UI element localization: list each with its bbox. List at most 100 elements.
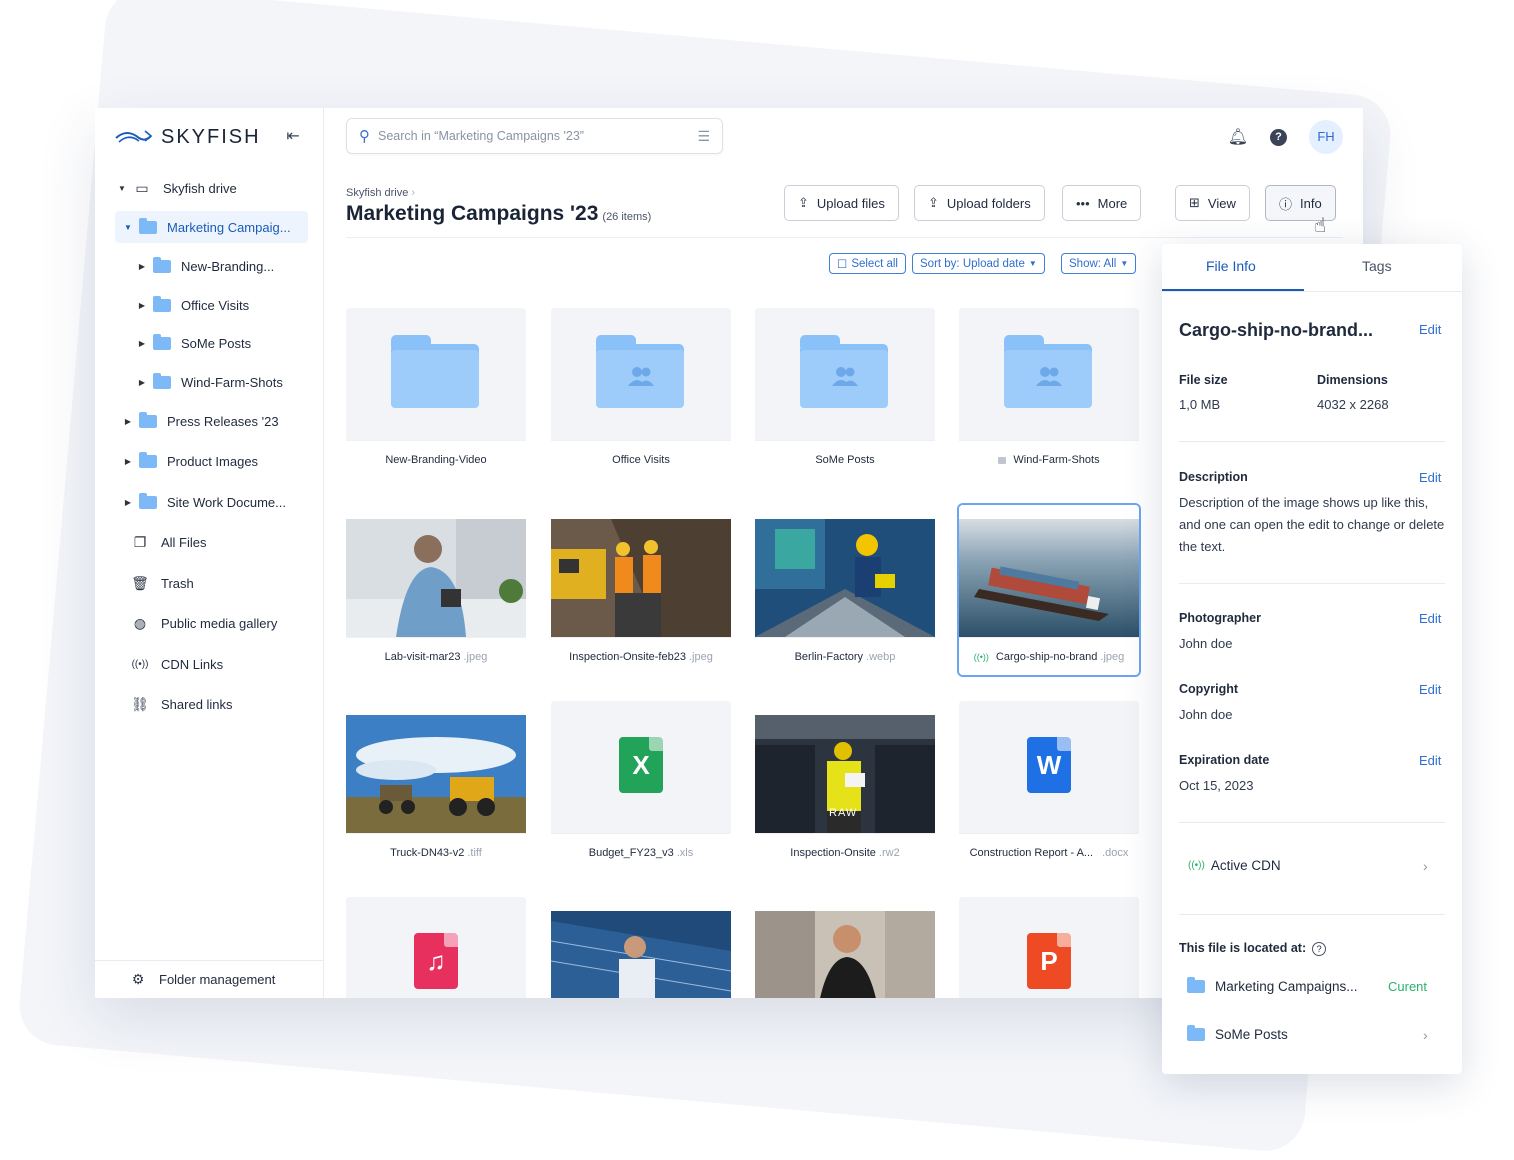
tree-item-marketing-campaigns[interactable]: ▼ Marketing Campaig... bbox=[115, 211, 308, 243]
file-tile[interactable] bbox=[551, 897, 731, 998]
edit-photographer-link[interactable]: Edit bbox=[1419, 611, 1441, 626]
avatar[interactable]: FH bbox=[1309, 120, 1343, 154]
file-ext: .jpeg bbox=[1100, 650, 1125, 663]
folder-tile[interactable]: New-Branding-Video bbox=[346, 308, 526, 478]
shared-folder-icon bbox=[596, 335, 684, 408]
file-ext: .tiff bbox=[467, 846, 482, 859]
footer-label: Folder management bbox=[159, 972, 276, 987]
upload-files-label: Upload files bbox=[816, 195, 885, 211]
file-size-value: 1,0 MB bbox=[1179, 397, 1221, 412]
tree-item-office-visits[interactable]: ▶ Office Visits bbox=[137, 289, 249, 321]
chevron-right-icon[interactable]: › bbox=[1423, 1027, 1428, 1043]
file-tile[interactable]: RAW Inspection-Onsite .rw2 bbox=[755, 701, 935, 871]
view-button[interactable]: ⊞ View bbox=[1175, 185, 1250, 221]
expiration-value: Oct 15, 2023 bbox=[1179, 778, 1254, 793]
select-all-button[interactable]: ☐ Select all bbox=[829, 253, 906, 274]
shared-folder-icon bbox=[1004, 335, 1092, 408]
cdn-status-icon: ((•)) bbox=[973, 651, 989, 662]
sort-dropdown[interactable]: Sort by: Upload date ▼ bbox=[912, 253, 1045, 274]
tree-item-new-branding[interactable]: ▶ New-Branding... bbox=[137, 250, 274, 282]
caret-down-icon[interactable]: ▼ bbox=[123, 223, 133, 232]
nav-shared-links[interactable]: ⛓︎ Shared links bbox=[131, 688, 232, 720]
current-location-badge: Curent bbox=[1388, 979, 1428, 994]
folder-tile[interactable]: Wind-Farm-Shots bbox=[959, 308, 1139, 478]
nav-all-files[interactable]: ❐ All Files bbox=[131, 526, 207, 558]
collapse-sidebar-icon[interactable]: ⇤ bbox=[283, 127, 303, 147]
logo[interactable]: SKYFISH bbox=[115, 126, 261, 148]
tree-label: Wind-Farm-Shots bbox=[181, 374, 283, 390]
edit-description-link[interactable]: Edit bbox=[1419, 470, 1441, 485]
folder-thumb bbox=[755, 308, 935, 440]
file-ext: .webp bbox=[866, 650, 896, 663]
drive-icon: ▭ bbox=[135, 179, 149, 196]
help-icon[interactable]: ? bbox=[1270, 128, 1287, 146]
tab-file-info[interactable]: File Info bbox=[1206, 258, 1256, 274]
file-tile-selected[interactable]: ((•)) Cargo-ship-no-brand .jpeg bbox=[957, 503, 1141, 677]
chevron-right-icon[interactable]: › bbox=[1423, 858, 1428, 874]
location-row[interactable]: Marketing Campaigns... bbox=[1187, 977, 1358, 994]
folder-tile[interactable]: Office Visits bbox=[551, 308, 731, 478]
top-icons: 🔔︎ ? FH bbox=[1228, 120, 1343, 154]
caret-down-icon[interactable]: ▼ bbox=[117, 184, 127, 193]
more-button[interactable]: ••• More bbox=[1062, 185, 1142, 221]
active-cdn-label: Active CDN bbox=[1210, 858, 1281, 873]
active-cdn-row[interactable]: ((•)) Active CDN bbox=[1188, 858, 1281, 873]
file-tile[interactable]: Lab-visit-mar23 .jpeg bbox=[346, 505, 526, 675]
nav-cdn-links[interactable]: ((•)) CDN Links bbox=[131, 648, 224, 680]
caret-right-icon[interactable]: ▶ bbox=[123, 498, 133, 507]
folder-name: New-Branding-Video bbox=[385, 453, 487, 466]
tab-tags[interactable]: Tags bbox=[1362, 258, 1392, 274]
file-tile[interactable]: Truck-DN43-v2 .tiff bbox=[346, 701, 526, 871]
caret-right-icon[interactable]: ▶ bbox=[137, 301, 147, 310]
active-tab-indicator bbox=[1162, 289, 1304, 291]
file-tile[interactable]: Inspection-Onsite-feb23 .jpeg bbox=[551, 505, 731, 675]
edit-copyright-link[interactable]: Edit bbox=[1419, 682, 1441, 697]
image-thumb bbox=[346, 701, 526, 833]
edit-expiration-link[interactable]: Edit bbox=[1419, 753, 1441, 768]
caret-right-icon[interactable]: ▶ bbox=[137, 378, 147, 387]
file-ext: .jpeg bbox=[688, 650, 713, 663]
nav-trash[interactable]: 🗑︎ Trash bbox=[131, 567, 194, 599]
globe-icon: ◍ bbox=[133, 614, 147, 631]
edit-name-link[interactable]: Edit bbox=[1419, 322, 1441, 337]
bell-icon[interactable]: 🔔︎ bbox=[1228, 127, 1248, 147]
image-thumb bbox=[551, 505, 731, 637]
file-tile[interactable]: P bbox=[959, 897, 1139, 998]
file-name: Berlin-Factory bbox=[794, 650, 864, 663]
folder-tile[interactable]: SoMe Posts bbox=[755, 308, 935, 478]
filter-sliders-icon[interactable]: ☰ bbox=[697, 128, 710, 145]
file-tile[interactable]: Berlin-Factory .webp bbox=[755, 505, 935, 675]
tree-item-press-releases[interactable]: ▶ Press Releases '23 bbox=[123, 405, 279, 437]
tree-label: Product Images bbox=[167, 453, 259, 469]
tree-item-site-work[interactable]: ▶ Site Work Docume... bbox=[123, 486, 286, 518]
file-tile[interactable] bbox=[755, 897, 935, 998]
tile-caption: ((•)) Cargo-ship-no-brand .jpeg bbox=[959, 637, 1139, 675]
nav-label: Public media gallery bbox=[161, 615, 278, 631]
file-name: Inspection-Onsite bbox=[790, 846, 876, 859]
breadcrumb-root[interactable]: Skyfish drive bbox=[346, 187, 408, 199]
tile-caption: Berlin-Factory .webp bbox=[755, 637, 935, 675]
breadcrumb[interactable]: Skyfish drive › bbox=[346, 187, 415, 199]
show-dropdown[interactable]: Show: All ▼ bbox=[1061, 253, 1137, 274]
tree-item-wind-farm-shots[interactable]: ▶ Wind-Farm-Shots bbox=[137, 366, 283, 398]
file-tile[interactable]: ♫ bbox=[346, 897, 526, 998]
nav-public-media-gallery[interactable]: ◍ Public media gallery bbox=[131, 607, 277, 639]
caret-right-icon[interactable]: ▶ bbox=[137, 262, 147, 271]
caret-right-icon[interactable]: ▶ bbox=[137, 339, 147, 348]
location-row[interactable]: SoMe Posts bbox=[1187, 1025, 1288, 1042]
upload-files-button[interactable]: ⇪ Upload files bbox=[784, 185, 899, 221]
upload-folders-button[interactable]: ⇪ Upload folders bbox=[914, 185, 1045, 221]
file-tile[interactable]: X Budget_FY23_v3 .xls bbox=[551, 701, 731, 871]
select-all-label: Select all bbox=[851, 257, 898, 270]
icon-letter: W bbox=[1036, 749, 1062, 780]
search-input[interactable]: ⚲ Search in “Marketing Campaigns '23” ☰ bbox=[346, 118, 723, 154]
tree-item-product-images[interactable]: ▶ Product Images bbox=[123, 445, 258, 477]
tree-item-skyfish-drive[interactable]: ▼ ▭ Skyfish drive bbox=[117, 172, 237, 204]
tree-item-some-posts[interactable]: ▶ SoMe Posts bbox=[137, 327, 251, 359]
caret-right-icon[interactable]: ▶ bbox=[123, 417, 133, 426]
file-tile[interactable]: W Construction Report - A... .docx bbox=[959, 701, 1139, 871]
tree-label: Skyfish drive bbox=[163, 180, 237, 196]
help-icon[interactable]: ? bbox=[1312, 942, 1327, 956]
folder-management-button[interactable]: ⚙ Folder management bbox=[95, 960, 324, 998]
caret-right-icon[interactable]: ▶ bbox=[123, 457, 133, 466]
